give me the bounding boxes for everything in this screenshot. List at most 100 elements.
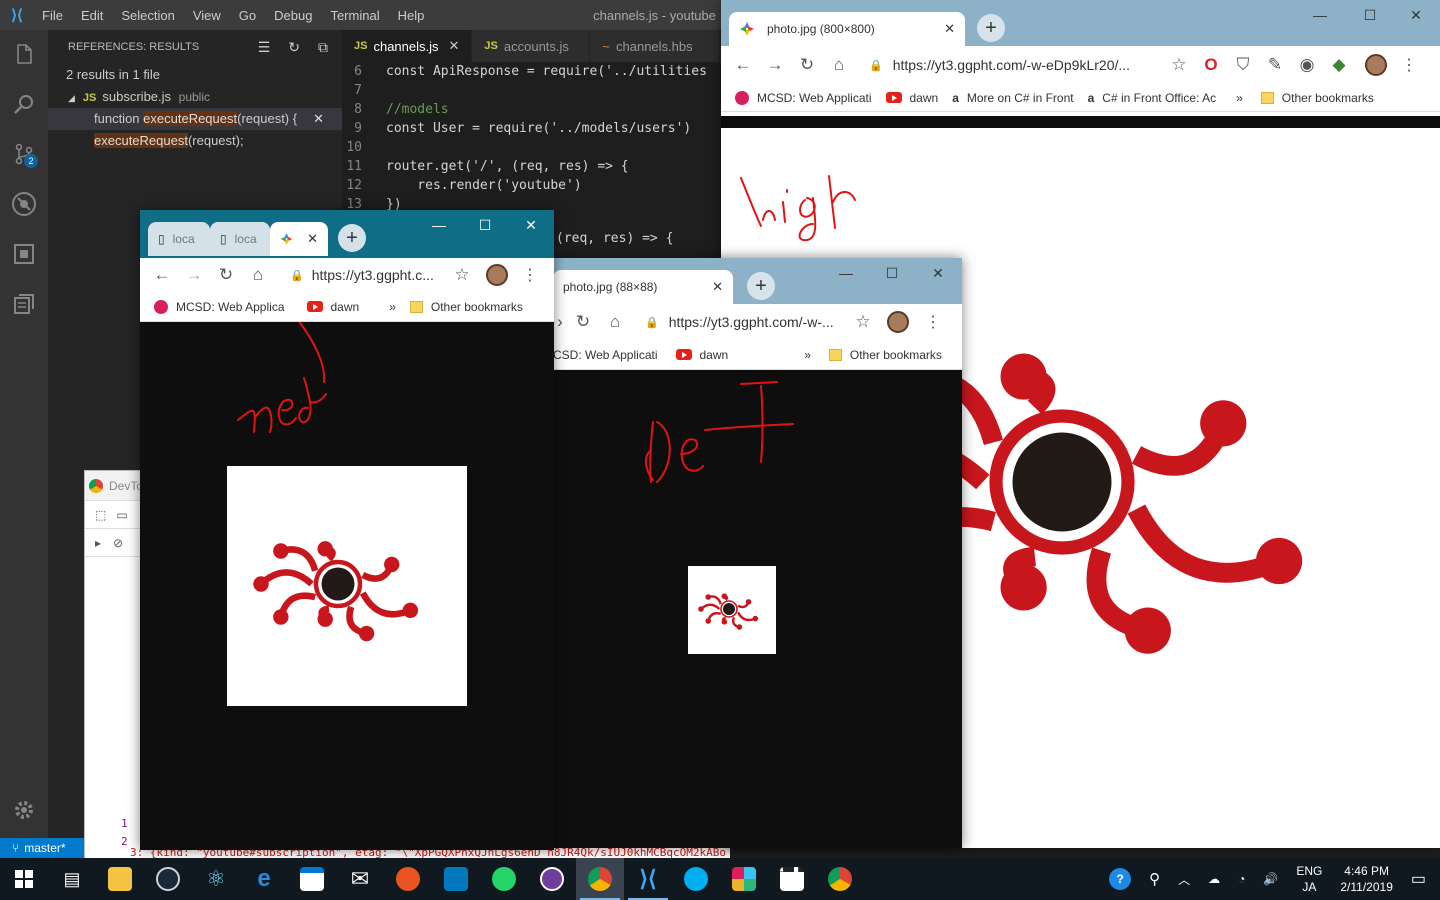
home-icon[interactable]: ⌂: [823, 55, 855, 75]
menu-dots-icon[interactable]: ⋮: [522, 265, 538, 285]
bookmark-star-icon[interactable]: ☆: [446, 265, 478, 285]
onedrive-icon[interactable]: ☁: [1208, 872, 1220, 886]
source-control-icon[interactable]: 2: [8, 138, 40, 170]
result-row-1[interactable]: function executeRequest(request) { ✕: [48, 108, 342, 130]
close-window-icon[interactable]: ✕: [915, 258, 961, 288]
bookmark-mcsd[interactable]: MCSD: Web Applicati: [735, 90, 872, 105]
tab-accounts-js[interactable]: JS accounts.js: [472, 30, 591, 62]
tab-photo-med[interactable]: ✕: [270, 222, 328, 256]
bookmark-other[interactable]: Other bookmarks: [409, 300, 523, 314]
code-line[interactable]: 9 const User = require('../models/users'): [342, 119, 722, 138]
back-icon[interactable]: ←: [727, 55, 759, 75]
file-explorer-icon[interactable]: [96, 858, 144, 900]
slack-icon[interactable]: [720, 858, 768, 900]
minimize-icon[interactable]: —: [823, 258, 869, 288]
menu-edit[interactable]: Edit: [73, 8, 113, 23]
task-view-icon[interactable]: ▤: [48, 858, 96, 900]
home-icon[interactable]: ⌂: [242, 265, 274, 285]
menu-file[interactable]: File: [34, 8, 73, 23]
new-tab-button[interactable]: +: [977, 14, 1005, 42]
tab-channels-js[interactable]: JS channels.js ✕: [342, 30, 473, 62]
menu-view[interactable]: View: [185, 8, 231, 23]
forward-icon[interactable]: ›: [553, 312, 567, 332]
maximize-icon[interactable]: ☐: [1347, 0, 1393, 30]
close-tab-icon[interactable]: ✕: [307, 231, 318, 247]
people-icon[interactable]: ⚲: [1149, 870, 1160, 888]
colorful-extension-icon[interactable]: ◆: [1323, 55, 1355, 75]
settings-gear-icon[interactable]: [8, 794, 40, 826]
tab-channels-hbs[interactable]: ~ channels.hbs: [590, 30, 721, 62]
close-tab-icon[interactable]: ✕: [712, 279, 723, 295]
code-line[interactable]: 10: [342, 138, 722, 157]
device-toolbar-icon[interactable]: ▭: [116, 508, 127, 522]
reload-icon[interactable]: ↻: [210, 265, 242, 285]
tab-photo-800[interactable]: photo.jpg (800×800) ✕: [729, 12, 965, 46]
code-lines[interactable]: 6 const ApiResponse = require('../utiliti…: [342, 62, 722, 214]
bookmark-more-csharp[interactable]: a More on C# in Front: [952, 91, 1073, 105]
close-window-icon[interactable]: ✕: [508, 210, 554, 240]
profile-avatar[interactable]: [486, 264, 508, 286]
gitkraken-icon[interactable]: [528, 858, 576, 900]
close-window-icon[interactable]: ✕: [1393, 0, 1439, 30]
result-file-row[interactable]: ◢ JS subscribe.js public: [48, 86, 342, 108]
bookmark-other[interactable]: Other bookmarks: [1260, 91, 1374, 105]
forward-icon[interactable]: →: [759, 55, 791, 75]
wifi-icon[interactable]: ◔: [1238, 872, 1245, 886]
profile-avatar[interactable]: [887, 311, 909, 333]
debug-icon[interactable]: [8, 188, 40, 220]
chrome-alt-taskbar-icon[interactable]: [816, 858, 864, 900]
bookmark-dawn[interactable]: dawn: [885, 91, 938, 105]
clock[interactable]: 4:46 PM 2/11/2019: [1340, 863, 1393, 895]
atom-icon[interactable]: ⚛: [192, 858, 240, 900]
tab-localhost-1[interactable]: ▯ loca: [148, 222, 210, 256]
remote-explorer-icon[interactable]: [8, 288, 40, 320]
status-branch[interactable]: master*: [24, 841, 65, 855]
volume-icon[interactable]: 🔊: [1263, 872, 1278, 886]
bookmark-mcsd[interactable]: MCSD: Web Applica: [154, 299, 285, 314]
store-icon[interactable]: [288, 858, 336, 900]
refresh-icon[interactable]: ↻: [288, 39, 300, 56]
video-editor-icon[interactable]: [768, 858, 816, 900]
start-windows-icon[interactable]: [0, 858, 48, 900]
bookmark-dawn[interactable]: dawn: [306, 300, 359, 314]
bookmarks-overflow-icon[interactable]: »: [389, 300, 396, 314]
code-line[interactable]: 6 const ApiResponse = require('../utiliti…: [342, 62, 722, 81]
steam-icon[interactable]: [144, 858, 192, 900]
collapse-all-icon[interactable]: ⧉: [318, 39, 328, 56]
result-row-2[interactable]: executeRequest(request);: [48, 130, 342, 152]
bookmark-star-icon[interactable]: ☆: [1163, 55, 1195, 75]
menu-help[interactable]: Help: [390, 8, 435, 23]
home-icon[interactable]: ⌂: [599, 312, 631, 332]
ubuntu-icon[interactable]: [384, 858, 432, 900]
profile-avatar[interactable]: [1365, 54, 1387, 76]
shield-extension-icon[interactable]: ⛉: [1227, 55, 1259, 75]
bookmarks-overflow-icon[interactable]: »: [1236, 91, 1243, 105]
skype-icon[interactable]: [672, 858, 720, 900]
maximize-icon[interactable]: ☐: [462, 210, 508, 240]
omnibox[interactable]: 🔒 https://yt3.ggpht.c...: [290, 267, 440, 283]
chrome-taskbar-icon[interactable]: [576, 858, 624, 900]
whatsapp-icon[interactable]: [480, 858, 528, 900]
omnibox[interactable]: 🔒 https://yt3.ggpht.com/-w-...: [645, 314, 835, 330]
omnibox[interactable]: 🔒 https://yt3.ggpht.com/-w-eDp9kLr20/...: [869, 57, 1159, 73]
help-icon[interactable]: ?: [1109, 868, 1132, 890]
minimize-icon[interactable]: —: [1297, 0, 1343, 30]
reload-icon[interactable]: ↻: [567, 312, 599, 332]
extensions-icon[interactable]: [8, 238, 40, 270]
menu-terminal[interactable]: Terminal: [322, 8, 389, 23]
code-line[interactable]: 12 res.render('youtube'): [342, 176, 722, 195]
code-line[interactable]: 11 router.get('/', (req, res) => {: [342, 157, 722, 176]
reload-icon[interactable]: ↻: [791, 55, 823, 75]
language-indicator[interactable]: ENG JA: [1296, 863, 1322, 895]
expand-chevron-icon[interactable]: ◢: [68, 93, 75, 103]
trello-icon[interactable]: [432, 858, 480, 900]
clear-console-icon[interactable]: ⊘: [113, 536, 123, 550]
back-icon[interactable]: ←: [146, 265, 178, 285]
bookmarks-overflow-icon[interactable]: »: [804, 348, 811, 362]
search-icon[interactable]: [8, 88, 40, 120]
menu-go[interactable]: Go: [231, 8, 266, 23]
camera-extension-icon[interactable]: ◉: [1291, 55, 1323, 75]
dismiss-result-icon[interactable]: ✕: [313, 108, 324, 130]
menu-selection[interactable]: Selection: [113, 8, 184, 23]
minimize-icon[interactable]: —: [416, 210, 462, 240]
